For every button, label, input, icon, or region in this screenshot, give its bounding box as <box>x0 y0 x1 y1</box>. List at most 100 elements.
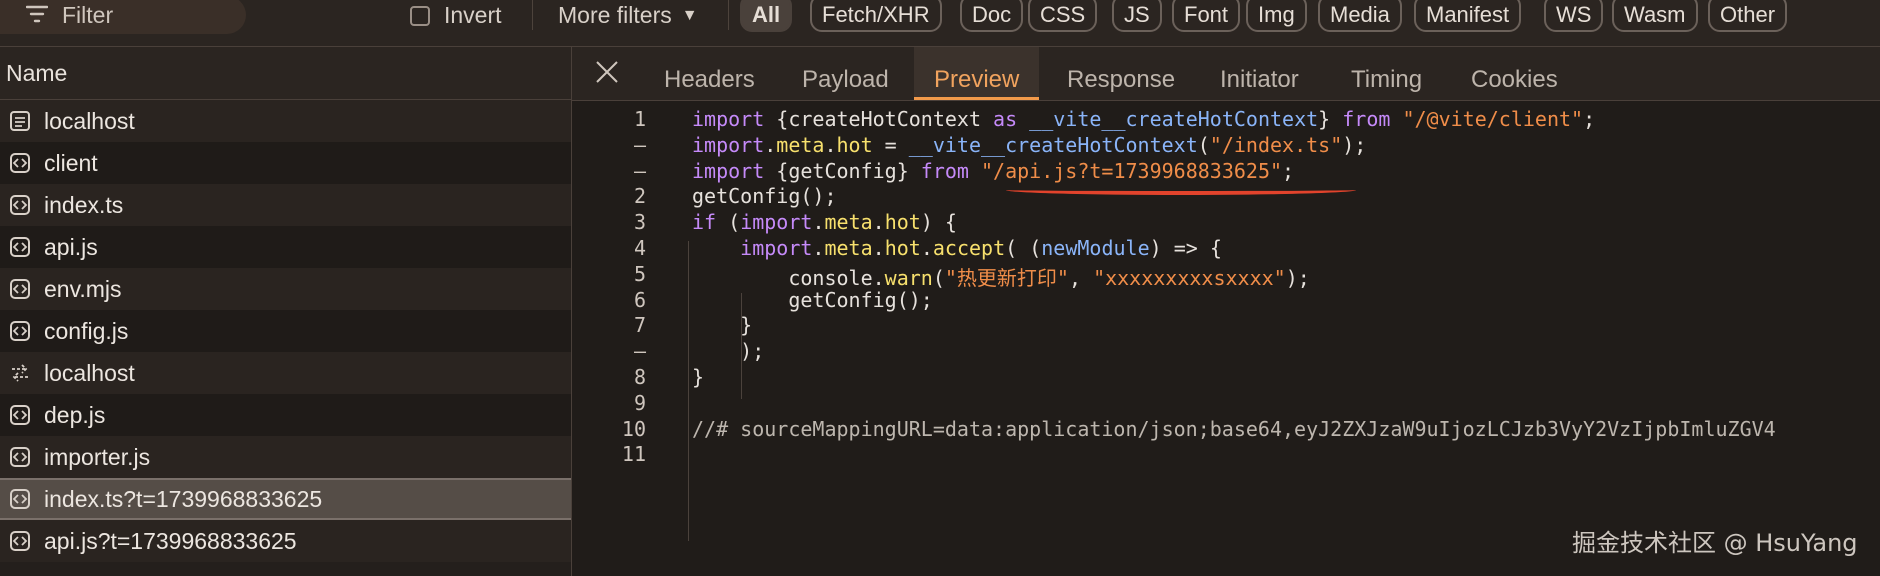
tab-response[interactable]: Response <box>1067 47 1175 100</box>
code-text: import {createHotContext as __vite__crea… <box>692 107 1596 131</box>
code-text: import {getConfig} from "/api.js?t=17399… <box>692 158 1295 183</box>
code-text: import.meta.hot.accept( (newModule) => { <box>740 236 1222 260</box>
request-row[interactable]: env.mjs <box>0 268 571 310</box>
line-number: 7 <box>633 313 646 338</box>
request-name: config.js <box>44 317 129 344</box>
line-number: 11 <box>621 442 646 467</box>
code-line: 10 //# sourceMappingURL=data:application/… <box>572 417 1880 443</box>
script-icon <box>8 487 32 511</box>
request-name: dep.js <box>44 401 106 428</box>
line-number: – <box>633 339 646 364</box>
request-name: localhost <box>44 359 135 386</box>
script-icon <box>8 193 32 217</box>
request-name: api.js <box>44 233 98 260</box>
line-number: – <box>633 158 646 183</box>
request-detail-panel: Headers Payload Preview Response Initiat… <box>572 47 1880 576</box>
tab-headers[interactable]: Headers <box>664 47 755 100</box>
request-row[interactable]: localhost <box>0 100 571 142</box>
request-row[interactable]: localhost <box>0 352 571 394</box>
more-filters-label: More filters <box>558 2 672 28</box>
request-name: importer.js <box>44 443 151 470</box>
code-line: 8} <box>572 365 1880 391</box>
code-line: – ); <box>572 339 1880 365</box>
chip-img[interactable]: Img <box>1246 0 1307 32</box>
close-icon[interactable] <box>594 59 620 85</box>
toolbar-divider <box>532 0 533 30</box>
invert-checkbox[interactable]: Invert <box>410 2 502 29</box>
script-icon <box>8 151 32 175</box>
code-preview[interactable]: 1 import {createHotContext as __vite__cre… <box>572 101 1880 576</box>
line-number: 2 <box>633 184 646 209</box>
code-text: } <box>692 365 705 389</box>
chip-manifest[interactable]: Manifest <box>1414 0 1522 32</box>
request-row[interactable]: index.ts?t=1739968833625 <box>0 478 571 520</box>
request-row[interactable]: config.js <box>0 310 571 352</box>
tab-payload[interactable]: Payload <box>802 47 889 100</box>
code-text: } <box>692 313 753 338</box>
line-number: 8 <box>633 365 646 389</box>
tab-preview[interactable]: Preview <box>914 47 1040 100</box>
code-line: 11 <box>572 442 1880 468</box>
filter-input[interactable]: Filter <box>0 0 246 34</box>
script-icon <box>8 235 32 259</box>
line-number: 9 <box>633 390 646 415</box>
line-number: 5 <box>633 261 646 286</box>
request-row[interactable]: api.js?t=1739968833625 <box>0 520 571 562</box>
toolbar-divider <box>728 0 729 30</box>
code-line: 6 getConfig(); <box>572 288 1880 314</box>
chip-wasm[interactable]: Wasm <box>1612 0 1698 32</box>
request-name: api.js?t=1739968833625 <box>44 527 297 554</box>
chip-ws[interactable]: WS <box>1544 0 1604 32</box>
request-name: client <box>44 149 98 176</box>
request-name: localhost <box>44 107 135 134</box>
invert-label: Invert <box>444 2 502 28</box>
line-number: 6 <box>633 287 646 312</box>
script-icon <box>8 277 32 301</box>
tab-timing[interactable]: Timing <box>1351 47 1422 100</box>
request-row[interactable]: importer.js <box>0 436 571 478</box>
chip-doc[interactable]: Doc <box>960 0 1024 32</box>
script-icon <box>8 529 32 553</box>
chip-js[interactable]: JS <box>1112 0 1162 32</box>
request-row[interactable]: index.ts <box>0 184 571 226</box>
tab-cookies[interactable]: Cookies <box>1471 47 1558 100</box>
chevron-down-icon: ▼ <box>681 6 698 24</box>
code-line: 3 if (import.meta.hot) { <box>572 210 1880 236</box>
chip-css[interactable]: CSS <box>1028 0 1098 32</box>
code-text: //# sourceMappingURL=data:application/js… <box>692 416 1776 441</box>
chip-other[interactable]: Other <box>1708 0 1788 32</box>
line-number: 3 <box>633 210 646 235</box>
line-number: 10 <box>621 416 646 441</box>
code-line: – import {getConfig} from "/api.js?t=1739… <box>572 159 1880 185</box>
code-line: 7 } <box>572 313 1880 339</box>
request-row[interactable]: client <box>0 142 571 184</box>
chip-all[interactable]: All <box>740 0 793 32</box>
code-line: 4 import.meta.hot.accept( (newModule) =>… <box>572 236 1880 262</box>
line-number: 1 <box>633 107 646 131</box>
request-row[interactable]: dep.js <box>0 394 571 436</box>
filter-toolbar: Filter Invert More filters ▼ All Fetch/X… <box>0 0 1880 47</box>
script-icon <box>8 319 32 343</box>
annotation-underline <box>1006 185 1356 195</box>
more-filters-dropdown[interactable]: More filters ▼ <box>558 2 698 29</box>
tab-initiator[interactable]: Initiator <box>1220 47 1299 100</box>
code-line: 5 console.warn("热更新打印", "xxxxxxxxxsxxxx"… <box>572 261 1880 290</box>
code-line: 9 <box>572 391 1880 417</box>
request-name: index.ts?t=1739968833625 <box>44 485 323 512</box>
filter-icon <box>25 2 49 29</box>
request-list-panel: Name localhost client index.ts api.js env.mj… <box>0 47 572 576</box>
chip-fetch-xhr[interactable]: Fetch/XHR <box>810 0 942 32</box>
checkbox-box[interactable] <box>410 5 430 26</box>
request-list: localhost client index.ts api.js env.mjs conf… <box>0 100 571 562</box>
code-text: getConfig(); <box>692 287 933 312</box>
filter-placeholder: Filter <box>62 1 114 28</box>
column-header-name[interactable]: Name <box>0 47 571 100</box>
script-icon <box>8 445 32 469</box>
script-icon <box>8 403 32 427</box>
request-name: env.mjs <box>44 275 122 302</box>
chip-font[interactable]: Font <box>1172 0 1241 32</box>
code-text: if (import.meta.hot) { <box>692 210 957 235</box>
chip-media[interactable]: Media <box>1318 0 1402 32</box>
code-text: console.warn("热更新打印", "xxxxxxxxxsxxxx"); <box>692 265 1310 290</box>
request-row[interactable]: api.js <box>0 226 571 268</box>
